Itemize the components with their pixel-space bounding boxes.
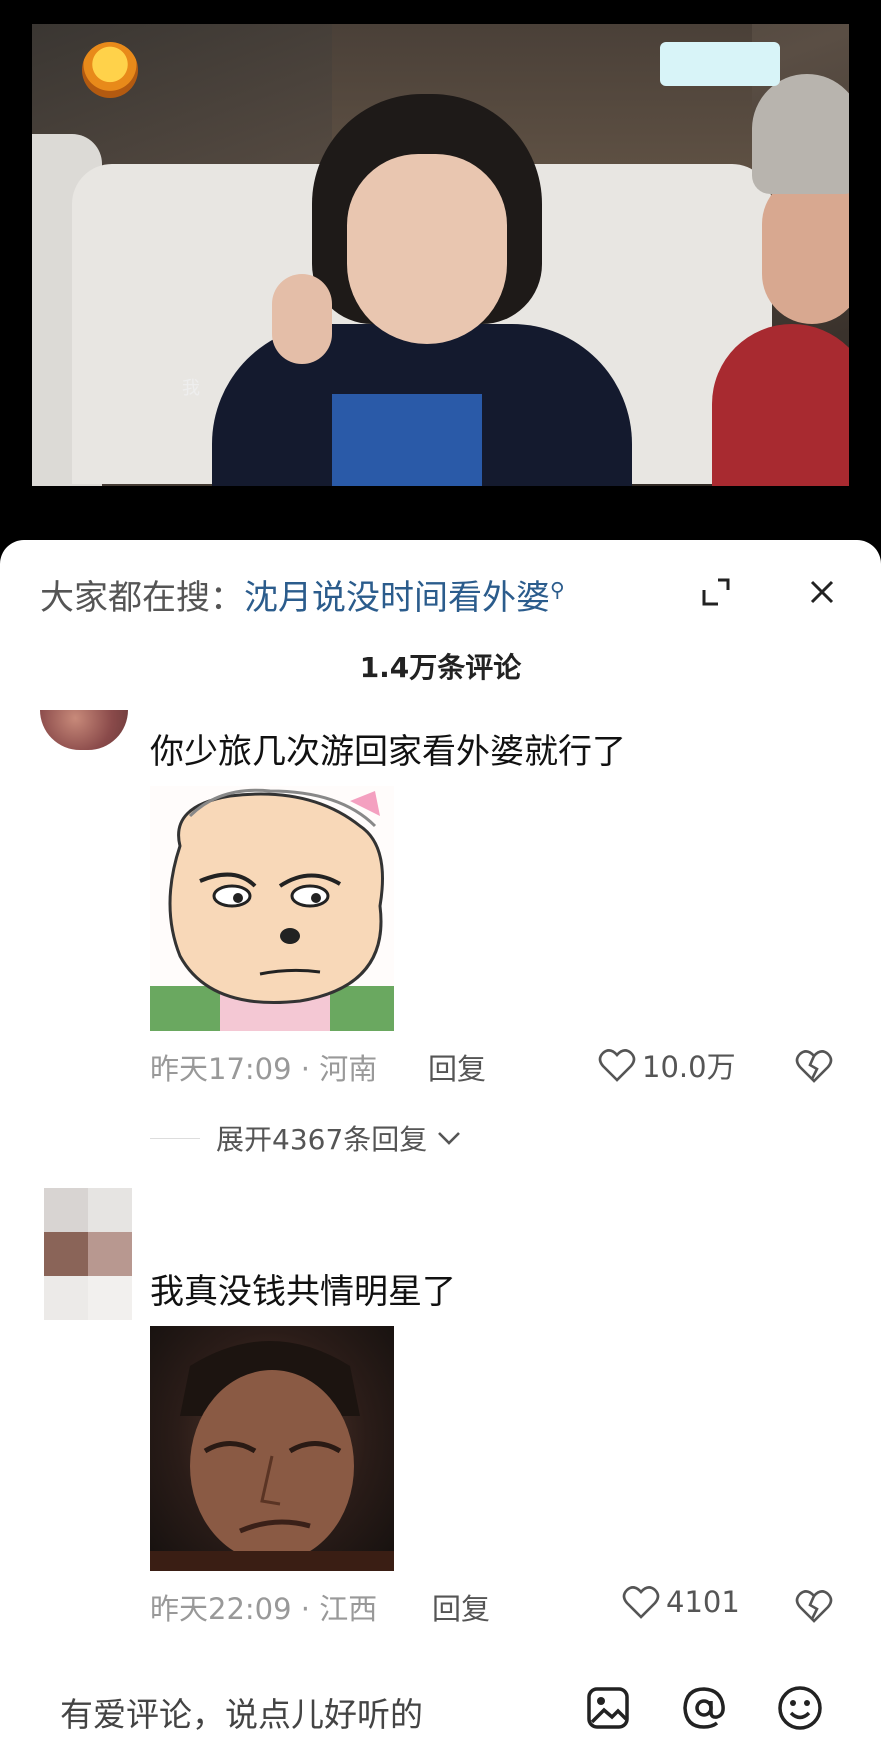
comment-location: 河南	[319, 1052, 378, 1086]
video-person-side	[712, 64, 849, 486]
comment-sticker-image[interactable]	[150, 1326, 394, 1571]
meta-separator: ·	[300, 1592, 311, 1626]
comment-time: 昨天22:09	[150, 1592, 292, 1626]
image-icon[interactable]	[584, 1684, 632, 1732]
reply-button[interactable]: 回复	[428, 1046, 486, 1088]
avatar[interactable]	[44, 1188, 132, 1320]
comment-composer: 有爱评论，说点儿好听的	[0, 1664, 881, 1747]
like-count: 4101	[666, 1585, 740, 1619]
video-person-main	[212, 94, 632, 486]
comment-sticker-image[interactable]	[150, 786, 394, 1031]
video-subtitle: 我	[182, 378, 200, 399]
search-suggestion[interactable]: 大家都在搜：沈月说没时间看外婆⚲	[40, 570, 565, 619]
comment-time: 昨天17:09	[150, 1052, 292, 1086]
chevron-down-icon	[438, 1132, 461, 1145]
close-icon[interactable]	[806, 576, 838, 608]
expand-icon[interactable]	[700, 576, 732, 608]
broken-heart-icon[interactable]	[795, 1588, 833, 1624]
meta-separator: ·	[300, 1052, 311, 1086]
search-suggestion-term[interactable]: 沈月说没时间看外婆	[244, 578, 550, 618]
like-button[interactable]: 10.0万	[598, 1044, 736, 1086]
broken-heart-icon[interactable]	[795, 1048, 833, 1084]
reply-button[interactable]: 回复	[432, 1586, 490, 1628]
comments-sheet: 大家都在搜：沈月说没时间看外婆⚲ 1.4万条评论 你少旅几次游回家看外婆就行了 …	[0, 540, 881, 1747]
heart-icon	[598, 1049, 636, 1082]
channel-logo	[82, 42, 138, 98]
heart-icon	[622, 1586, 660, 1619]
comment-text: 我真没钱共情明星了	[150, 1272, 456, 1312]
video-player[interactable]: 我	[0, 0, 881, 540]
comment-input[interactable]: 有爱评论，说点儿好听的	[60, 1688, 423, 1736]
like-button[interactable]: 4101	[622, 1584, 740, 1620]
expand-replies-label: 展开4367条回复	[216, 1123, 428, 1156]
expand-divider	[150, 1138, 200, 1139]
comment-meta: 昨天17:09 · 河南	[150, 1046, 377, 1088]
video-badge	[660, 42, 780, 86]
video-frame[interactable]: 我	[32, 24, 849, 486]
comment-meta: 昨天22:09 · 江西	[150, 1586, 377, 1628]
emoji-icon[interactable]	[776, 1684, 824, 1732]
expand-replies-button[interactable]: 展开4367条回复	[216, 1118, 463, 1158]
at-icon[interactable]	[680, 1684, 728, 1732]
avatar[interactable]	[40, 710, 128, 750]
like-count: 10.0万	[642, 1050, 736, 1084]
comment-location: 江西	[319, 1592, 378, 1626]
comment-count: 1.4万条评论	[359, 651, 522, 684]
comment-text: 你少旅几次游回家看外婆就行了	[150, 732, 626, 772]
search-icon: ⚲	[550, 577, 565, 602]
search-suggestion-prefix: 大家都在搜：	[40, 578, 244, 618]
